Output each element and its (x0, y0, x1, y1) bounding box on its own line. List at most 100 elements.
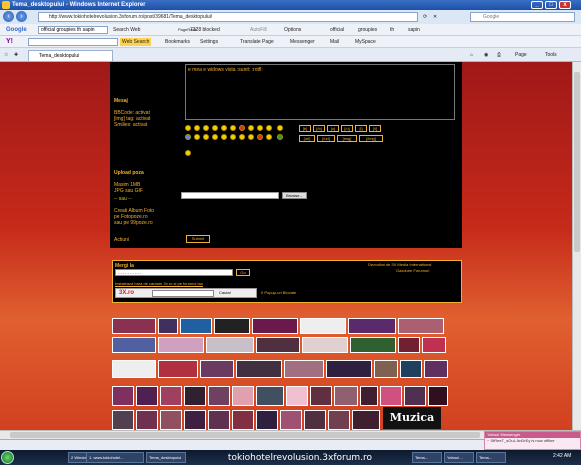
close-button[interactable]: x (559, 1, 571, 9)
banner-thumbnail[interactable] (398, 318, 444, 334)
file-input[interactable] (181, 192, 279, 199)
banner-thumbnail[interactable] (112, 337, 156, 353)
messenger-button[interactable]: Messenger (290, 38, 315, 46)
address-bar[interactable]: http://www.tokiohotelrevolusion.3xforum.… (38, 12, 418, 22)
banner-thumbnail[interactable] (422, 337, 446, 353)
banner-thumbnail[interactable] (404, 386, 426, 406)
banner-thumbnail[interactable] (428, 386, 448, 406)
bb-img-button[interactable]: [img] (337, 135, 357, 142)
banner-thumbnail[interactable] (424, 360, 448, 378)
taskbar-item[interactable]: Yahoo!... (444, 452, 474, 463)
banner-thumbnail[interactable] (232, 410, 254, 430)
forum-select[interactable]: - - - - - - - - - - (115, 269, 233, 276)
banner-thumbnail[interactable] (328, 410, 350, 430)
live-search-input[interactable]: Google (470, 12, 575, 22)
banner-thumbnail[interactable] (252, 318, 298, 334)
google-search-input[interactable]: official groupies th sapin (38, 26, 108, 34)
smiley-icon[interactable] (185, 134, 191, 140)
muzica-banner[interactable]: Muzica (383, 407, 441, 429)
forward-button[interactable]: › (16, 11, 27, 22)
taskbar-item[interactable]: Tema... (476, 452, 506, 463)
banner-thumbnail[interactable] (350, 337, 396, 353)
bb-url-button[interactable]: [url] (299, 135, 315, 142)
banner-thumbnail[interactable] (160, 410, 182, 430)
search-web-button[interactable]: Search Web (113, 26, 140, 34)
myspace-button[interactable]: MySpace (355, 38, 376, 46)
3x-search-input[interactable] (152, 290, 214, 297)
smiley-icon[interactable] (194, 134, 200, 140)
banner-thumbnail[interactable] (304, 410, 326, 430)
smiley-icon[interactable] (185, 150, 191, 156)
banner-thumbnail[interactable] (158, 318, 178, 334)
bb-u-button[interactable]: [u] (327, 125, 339, 132)
tools-menu[interactable]: Tools (545, 51, 557, 59)
web-search-button[interactable]: Web Search (120, 38, 152, 46)
smiley-icon[interactable] (221, 134, 227, 140)
banner-thumbnail[interactable] (136, 410, 158, 430)
banner-thumbnail[interactable] (348, 318, 396, 334)
submit-button[interactable]: Submit (186, 235, 210, 243)
smiley-icon[interactable] (248, 134, 254, 140)
smiley-icon[interactable] (230, 134, 236, 140)
maximize-button[interactable]: □ (545, 1, 557, 9)
translate-page-button[interactable]: Translate Page (240, 38, 274, 46)
credit-line-2[interactable]: Gazduire Forumuri (396, 268, 429, 274)
groupies-button[interactable]: groupies (358, 26, 377, 34)
banner-thumbnail[interactable] (334, 386, 358, 406)
message-textarea[interactable]: e mea e widows vista :sunit: :rotfl: (185, 64, 455, 120)
taskbar-item[interactable]: Tema... (412, 452, 442, 463)
banner-thumbnail[interactable] (206, 337, 254, 353)
yahoo-search-input[interactable] (28, 38, 118, 46)
smiley-icon[interactable] (203, 134, 209, 140)
feeds-icon[interactable]: ◉ (484, 51, 488, 59)
smiley-icon[interactable] (212, 134, 218, 140)
scroll-thumb[interactable] (10, 432, 480, 438)
banner-thumbnail[interactable] (184, 410, 206, 430)
page-menu[interactable]: Page (515, 51, 527, 59)
mail-button[interactable]: Mail (330, 38, 339, 46)
taskbar-item[interactable]: Tema_desktopului (146, 452, 186, 463)
banner-thumbnail[interactable] (112, 410, 134, 430)
smiley-icon[interactable] (248, 125, 254, 131)
official-button[interactable]: official (330, 26, 344, 34)
scroll-thumb[interactable] (574, 72, 580, 252)
banner-thumbnail[interactable] (256, 410, 278, 430)
banner-thumbnail[interactable] (256, 337, 300, 353)
banner-thumbnail[interactable] (284, 360, 324, 378)
bb-i-button[interactable]: [i] (355, 125, 367, 132)
th-button[interactable]: th (390, 26, 394, 34)
banner-thumbnail[interactable] (208, 410, 230, 430)
banner-thumbnail[interactable] (326, 360, 372, 378)
bb-b-close-button[interactable]: [/b] (313, 125, 325, 132)
banner-thumbnail[interactable] (158, 360, 198, 378)
smiley-icon[interactable] (185, 125, 191, 131)
smiley-icon[interactable] (194, 125, 200, 131)
banner-thumbnail[interactable] (300, 318, 346, 334)
banner-thumbnail[interactable] (398, 337, 420, 353)
99poze-link[interactable]: sau pe 99poze.ro (114, 220, 153, 226)
go-button[interactable]: Go (236, 269, 250, 276)
autofill-button[interactable]: AutoFill (250, 26, 267, 34)
banner-thumbnail[interactable] (374, 360, 398, 378)
banner-thumbnail[interactable] (256, 386, 284, 406)
cauta-button[interactable]: Cauta! (219, 290, 231, 295)
favorites-star-icon[interactable]: ☆ (4, 51, 8, 59)
messenger-notification[interactable]: Yahoo! Messenger ~ StReeT_sOuL AnDrEy is… (484, 431, 581, 450)
bookmarks-button[interactable]: Bookmarks (165, 38, 190, 46)
banner-thumbnail[interactable] (112, 360, 156, 378)
banner-thumbnail[interactable] (158, 337, 204, 353)
banner-thumbnail[interactable] (208, 386, 230, 406)
banner-thumbnail[interactable] (352, 410, 380, 430)
banner-thumbnail[interactable] (136, 386, 158, 406)
banner-thumbnail[interactable] (400, 360, 422, 378)
banner-thumbnail[interactable] (302, 337, 348, 353)
smiley-icon[interactable] (239, 125, 245, 131)
banner-thumbnail[interactable] (112, 318, 156, 334)
smiley-icon[interactable] (277, 134, 283, 140)
banner-thumbnail[interactable] (112, 386, 134, 406)
add-favorites-icon[interactable]: ✚ (14, 51, 18, 59)
bb-url-close-button[interactable]: [/url] (317, 135, 335, 142)
back-button[interactable]: ‹ (3, 11, 14, 22)
banner-thumbnail[interactable] (310, 386, 332, 406)
smiley-icon[interactable] (203, 125, 209, 131)
